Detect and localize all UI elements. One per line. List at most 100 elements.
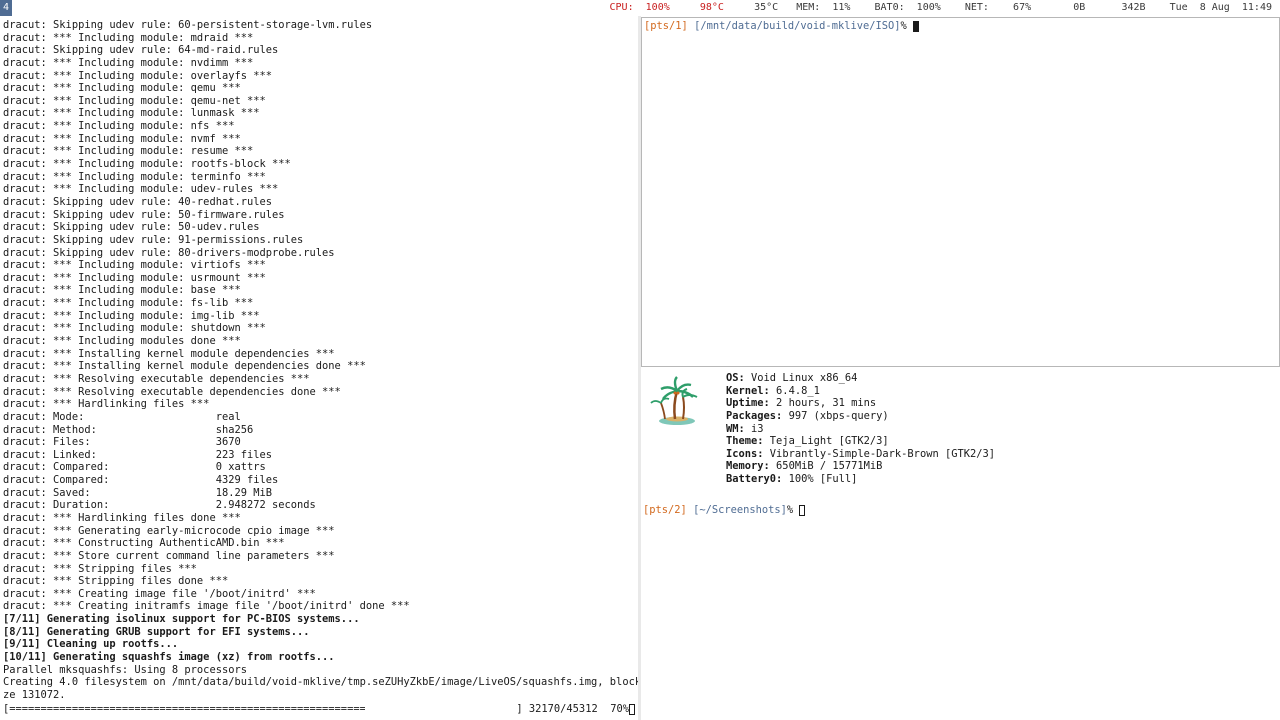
terminal-line: dracut: Skipping udev rule: 50-firmware.… <box>3 208 285 221</box>
system-info-key: Memory: <box>726 460 770 473</box>
system-info-key: WM: <box>726 422 745 435</box>
progress-bar: [=======================================… <box>3 703 365 715</box>
system-info-key: OS: <box>726 372 745 384</box>
system-info-row: WM: i3 <box>726 423 995 436</box>
system-info-value: i3 <box>744 422 764 435</box>
system-info-value: Void Linux x86_64 <box>744 372 858 384</box>
terminal-line: dracut: *** Including module: nvdimm *** <box>3 56 254 69</box>
palm-island-icon <box>650 376 698 425</box>
terminal-line: dracut: *** Including module: usrmount *… <box>3 271 266 284</box>
terminal-line: dracut: *** Store current command line p… <box>3 549 335 562</box>
terminal-line: dracut: *** Including module: nvmf *** <box>3 132 241 145</box>
terminal-cursor <box>913 20 920 32</box>
terminal-line: dracut: *** Including module: virtiofs *… <box>3 259 266 272</box>
terminal-line: dracut: Skipping udev rule: 64-md-raid.r… <box>3 44 279 57</box>
terminal-line: dracut: Skipping udev rule: 40-redhat.ru… <box>3 195 272 208</box>
net-down: 0B <box>1073 2 1086 13</box>
terminal-line: dracut: *** Including module: mdraid *** <box>3 31 254 44</box>
terminal-line: dracut: *** Including module: terminfo *… <box>3 170 266 183</box>
terminal-line: dracut: *** Including module: rootfs-blo… <box>3 158 291 171</box>
terminal-line: dracut: Skipping udev rule: 91-permissio… <box>3 233 304 246</box>
terminal-line: dracut: *** Stripping files *** <box>3 562 197 575</box>
terminal-line: dracut: Duration: 2.948272 seconds <box>3 499 316 512</box>
system-info-value: Vibrantly-Simple-Dark-Brown [GTK2/3] <box>763 447 996 460</box>
terminal-line: dracut: *** Resolving executable depende… <box>3 385 341 398</box>
terminal-line: [10/11] Generating squashfs image (xz) f… <box>3 651 335 664</box>
squashfs-progress: [=======================================… <box>3 703 635 716</box>
prompt-tty: [pts/2] <box>643 504 687 516</box>
net-up: 342B <box>1121 2 1146 13</box>
terminal-line: Parallel mksquashfs: Using 8 processors <box>3 663 247 676</box>
terminal-line: dracut: *** Including module: img-lib **… <box>3 309 260 322</box>
prompt-symbol: % <box>900 20 907 32</box>
terminal-line: dracut: *** Installing kernel module dep… <box>3 360 366 373</box>
terminal-line: dracut: Files: 3670 <box>3 436 241 449</box>
terminal-line: ze 131072. <box>3 688 66 701</box>
terminal-line: dracut: Saved: 18.29 MiB <box>3 486 272 499</box>
terminal-right-top[interactable]: [pts/1] [/mnt/data/build/void-mklive/ISO… <box>641 17 1280 367</box>
terminal-line: dracut: Compared: 4329 files <box>3 474 279 487</box>
terminal-line: dracut: *** Including module: overlayfs … <box>3 69 272 82</box>
prompt-symbol: % <box>786 504 794 516</box>
system-info-key: Uptime: <box>726 397 770 410</box>
system-info-value: 650MiB / 15771MiB <box>769 460 883 473</box>
terminal-line: dracut: *** Including modules done *** <box>3 335 241 348</box>
battery-value: 100% <box>916 2 941 13</box>
cpu-temp: 98°C <box>699 2 724 13</box>
status-bar: 4 CPU: 100% 98°C 35°C MEM: 11% BAT0: 100… <box>0 0 1280 16</box>
terminal-right-bottom[interactable]: OS: Void Linux x86_64 Kernel: 6.4.8_1 Upti… <box>641 369 1280 720</box>
terminal-line: Creating 4.0 filesystem on /mnt/data/bui… <box>3 676 638 689</box>
system-info-value: 100% [Full] <box>782 473 858 486</box>
system-info-row: Uptime: 2 hours, 31 mins <box>726 397 995 410</box>
terminal-line: dracut: *** Hardlinking files *** <box>3 398 210 411</box>
system-info-row: Theme: Teja_Light [GTK2/3] <box>726 435 995 448</box>
status-items: CPU: 100% 98°C 35°C MEM: 11% BAT0: 100% … <box>610 0 1272 16</box>
terminal-line: dracut: *** Including module: qemu *** <box>3 82 241 95</box>
terminal-line: dracut: *** Including module: base *** <box>3 284 241 297</box>
terminal-left[interactable]: dracut: Skipping udev rule: 60-persisten… <box>0 17 638 720</box>
prompt-path: [/mnt/data/build/void-mklive/ISO] <box>694 20 901 32</box>
progress-counter: ] 32170/45312 <box>516 703 598 715</box>
system-info-key: Packages: <box>726 409 783 422</box>
system-info-value: 2 hours, 31 mins <box>769 397 877 410</box>
terminal-cursor <box>799 504 806 516</box>
system-info-row: Packages: 997 (xbps-query) <box>726 410 995 423</box>
system-info-row: OS: Void Linux x86_64 <box>726 372 995 385</box>
terminal-line: dracut: Skipping udev rule: 60-persisten… <box>3 19 373 31</box>
system-info-row: Icons: Vibrantly-Simple-Dark-Brown [GTK2… <box>726 448 995 461</box>
terminal-line: dracut: *** Including module: nfs *** <box>3 120 235 133</box>
terminal-line: dracut: Linked: 223 files <box>3 448 272 461</box>
shell-prompt: [pts/1] [/mnt/data/build/void-mklive/ISO… <box>644 20 920 33</box>
terminal-line: dracut: *** Creating image file '/boot/i… <box>3 587 316 600</box>
terminal-line: [8/11] Generating GRUB support for EFI s… <box>3 625 310 638</box>
mem-label: MEM: <box>796 2 821 13</box>
date: Tue 8 Aug <box>1169 2 1230 13</box>
mem-value: 11% <box>832 2 851 13</box>
system-info-row: Memory: 650MiB / 15771MiB <box>726 460 995 473</box>
terminal-line: dracut: *** Including module: fs-lib *** <box>3 297 254 310</box>
system-info-value: 997 (xbps-query) <box>782 409 889 422</box>
cpu-value: 100% <box>645 2 670 13</box>
net-value: 67% <box>1013 2 1032 13</box>
terminal-line: dracut: Mode: real <box>3 410 241 423</box>
prompt-path: [~/Screenshots] <box>693 504 787 516</box>
terminal-line: dracut: Method: sha256 <box>3 423 254 436</box>
terminal-line: dracut: *** Resolving executable depende… <box>3 372 310 385</box>
system-info-key: Battery0: <box>726 473 783 486</box>
terminal-line: dracut: *** Installing kernel module dep… <box>3 347 335 360</box>
workspace-indicator[interactable]: 4 <box>0 0 12 16</box>
cpu-label: CPU: <box>609 2 634 13</box>
system-info-key: Icons: <box>726 447 764 460</box>
system-info-key: Kernel: <box>726 384 770 397</box>
terminal-line: dracut: *** Hardlinking files done *** <box>3 511 241 524</box>
terminal-line: dracut: *** Constructing AuthenticAMD.bi… <box>3 537 285 550</box>
terminal-line: dracut: Compared: 0 xattrs <box>3 461 266 474</box>
terminal-line: dracut: Skipping udev rule: 80-drivers-m… <box>3 246 335 259</box>
terminal-line: [7/11] Generating isolinux support for P… <box>3 613 360 626</box>
terminal-line: dracut: *** Including module: qemu-net *… <box>3 94 266 107</box>
shell-prompt: [pts/2] [~/Screenshots]% <box>643 504 806 517</box>
terminal-line: dracut: *** Including module: resume *** <box>3 145 254 158</box>
system-info-row: Kernel: 6.4.8_1 <box>726 385 995 398</box>
terminal-output: dracut: Skipping udev rule: 60-persisten… <box>3 19 638 702</box>
terminal-line: dracut: *** Generating early-microcode c… <box>3 524 335 537</box>
